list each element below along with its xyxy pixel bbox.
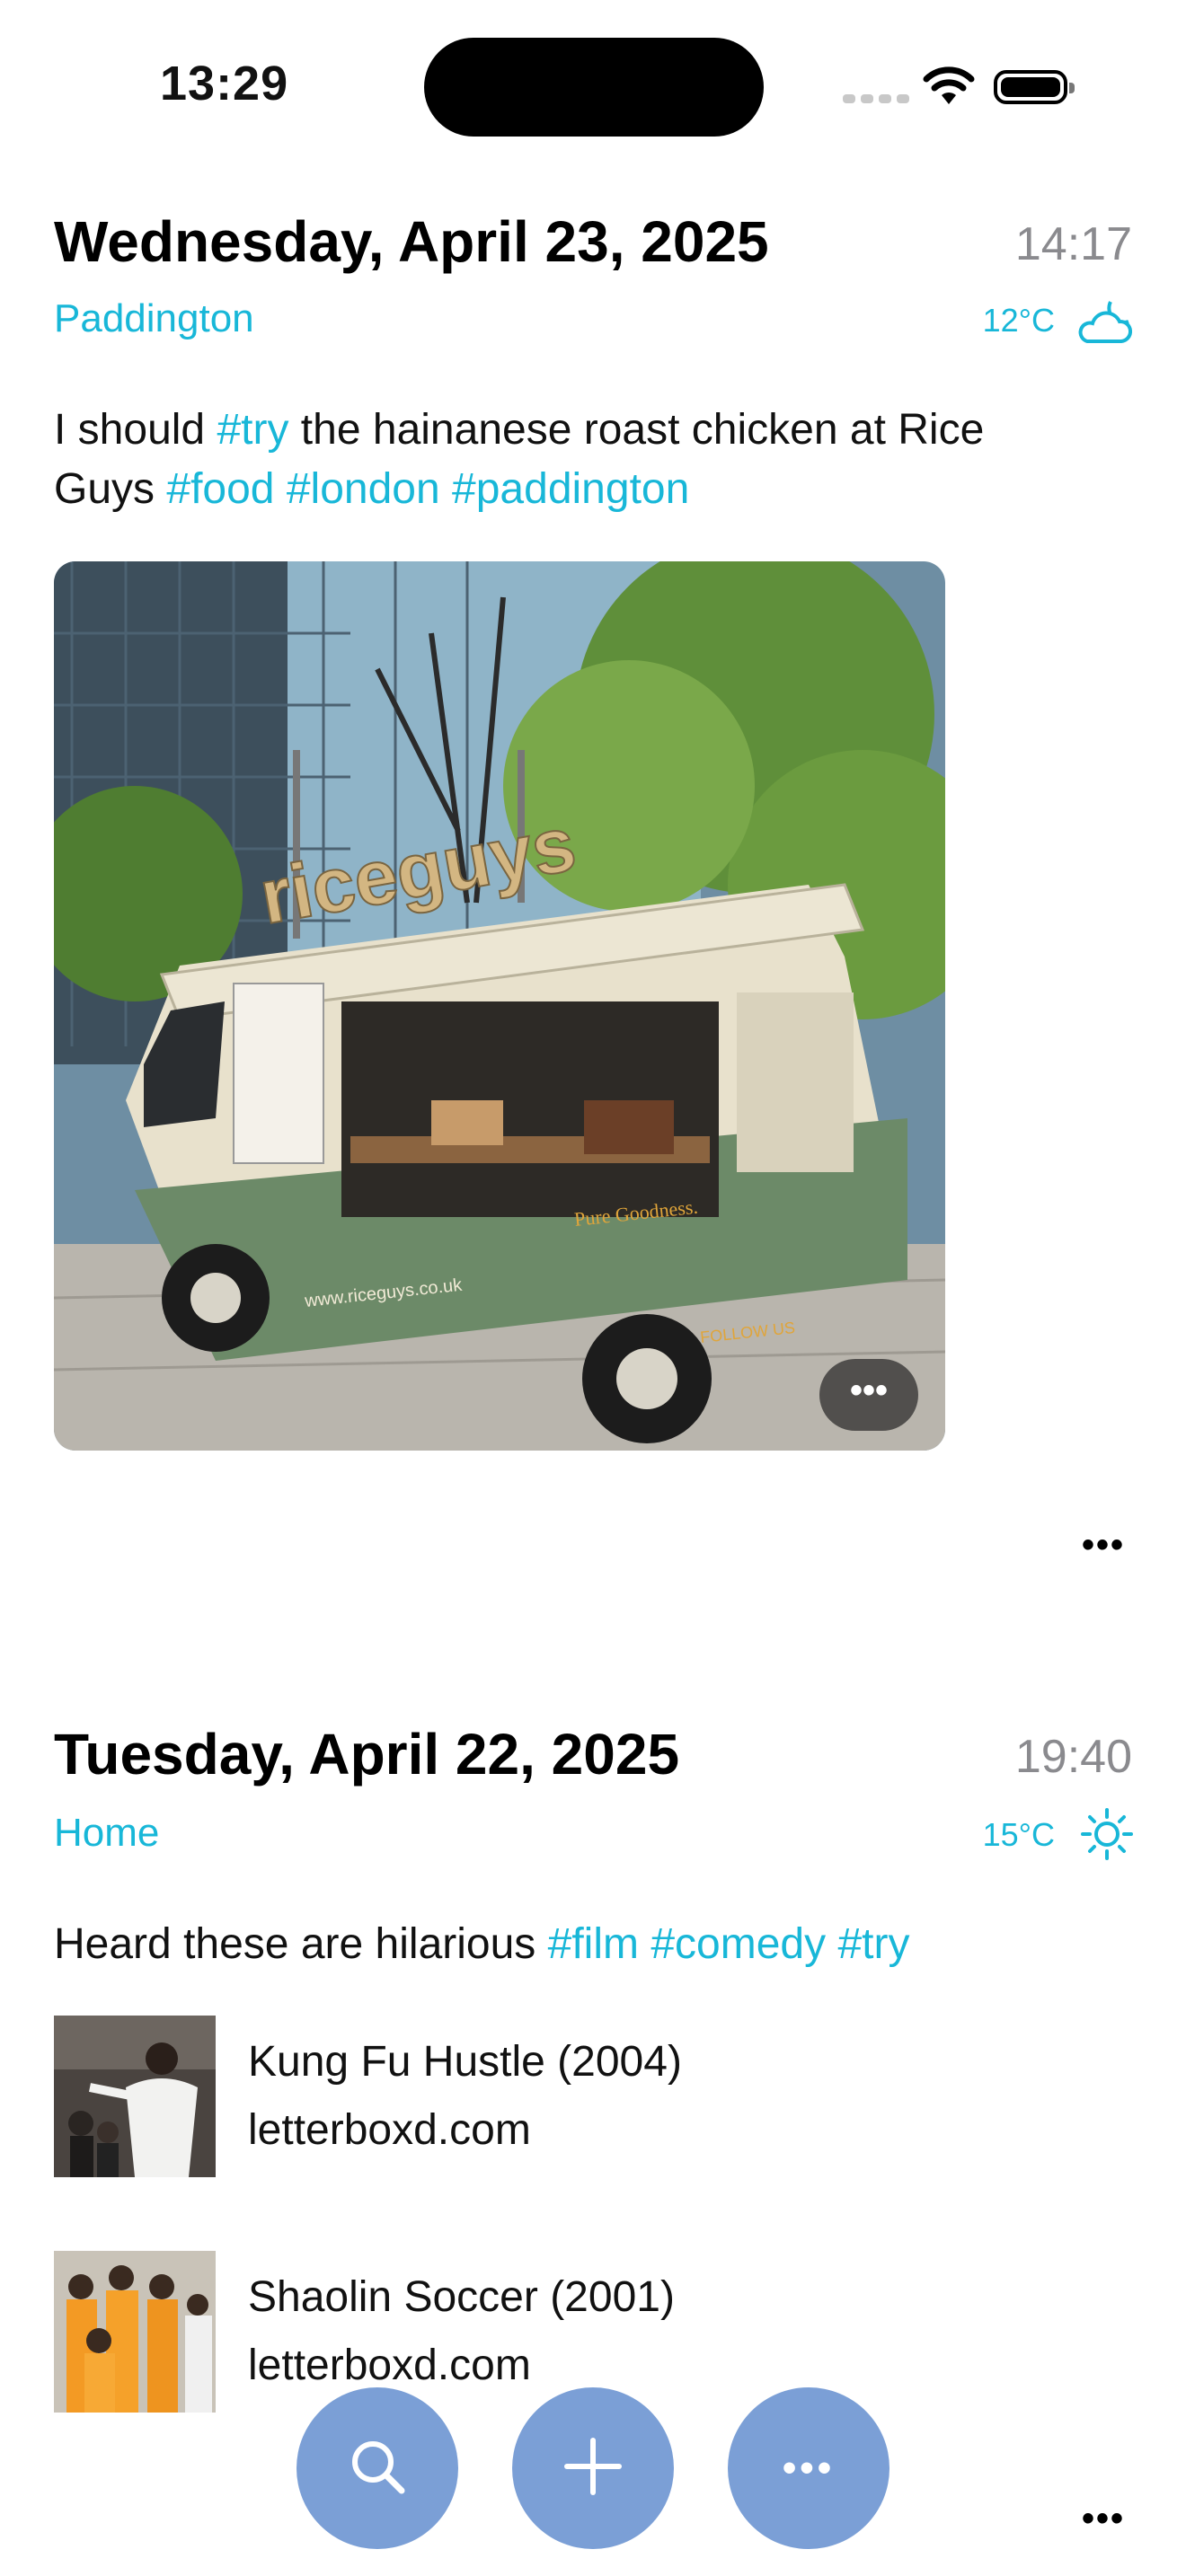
entry-more-button[interactable]: ••• bbox=[1082, 1525, 1125, 1566]
link-domain: letterboxd.com bbox=[248, 2342, 531, 2389]
link-thumbnail[interactable] bbox=[54, 2016, 216, 2177]
link-thumbnail[interactable] bbox=[54, 2251, 216, 2413]
add-entry-button[interactable] bbox=[512, 2387, 674, 2549]
photo-more-button[interactable]: ••• bbox=[819, 1359, 918, 1431]
search-icon bbox=[346, 2435, 409, 2502]
entry-date: Wednesday, April 23, 2025 bbox=[54, 209, 769, 274]
entry-date: Tuesday, April 22, 2025 bbox=[54, 1722, 680, 1786]
entry-text-part: Heard these are hilarious bbox=[54, 1920, 548, 1968]
entry-photo[interactable]: riceguys www.riceguys.co.uk Pure Goodnes… bbox=[54, 561, 945, 1451]
hashtag[interactable]: #film bbox=[548, 1920, 639, 1968]
hashtag[interactable]: #try bbox=[217, 406, 288, 454]
battery-icon bbox=[994, 70, 1075, 104]
search-button[interactable] bbox=[296, 2387, 458, 2549]
entry-more-button[interactable]: ••• bbox=[1082, 2499, 1125, 2539]
entry-temperature: 15°C bbox=[982, 1816, 1055, 1853]
partly-cloudy-night-icon bbox=[1075, 296, 1137, 351]
more-options-button[interactable]: ••• bbox=[728, 2387, 890, 2549]
entry-location[interactable]: Home bbox=[54, 1811, 159, 1856]
hashtag[interactable]: #london bbox=[287, 465, 440, 513]
entry-text: I should #try the hainanese roast chicke… bbox=[54, 401, 997, 519]
link-title[interactable]: Kung Fu Hustle (2004) bbox=[248, 2037, 682, 2086]
entry-text-part: I should bbox=[54, 406, 217, 454]
ellipsis-icon: ••• bbox=[782, 2446, 836, 2490]
link-domain: letterboxd.com bbox=[248, 2106, 531, 2154]
entry-text: Heard these are hilarious #film #comedy … bbox=[54, 1915, 997, 1974]
dynamic-island bbox=[424, 38, 764, 137]
entry-location[interactable]: Paddington bbox=[54, 296, 254, 341]
entry-temperature: 12°C bbox=[982, 302, 1055, 339]
hashtag[interactable]: #food bbox=[166, 465, 274, 513]
plus-icon bbox=[562, 2435, 624, 2502]
hashtag[interactable]: #paddington bbox=[452, 465, 689, 513]
status-time: 13:29 bbox=[160, 57, 289, 110]
link-title[interactable]: Shaolin Soccer (2001) bbox=[248, 2272, 675, 2322]
entry-time: 14:17 bbox=[1014, 218, 1132, 270]
hashtag[interactable]: #comedy bbox=[651, 1920, 826, 1968]
cellular-signal-icon bbox=[843, 92, 915, 108]
entry-time: 19:40 bbox=[1014, 1731, 1132, 1783]
hashtag[interactable]: #try bbox=[837, 1920, 909, 1968]
wifi-icon bbox=[922, 65, 976, 110]
sun-icon bbox=[1080, 1807, 1134, 1866]
